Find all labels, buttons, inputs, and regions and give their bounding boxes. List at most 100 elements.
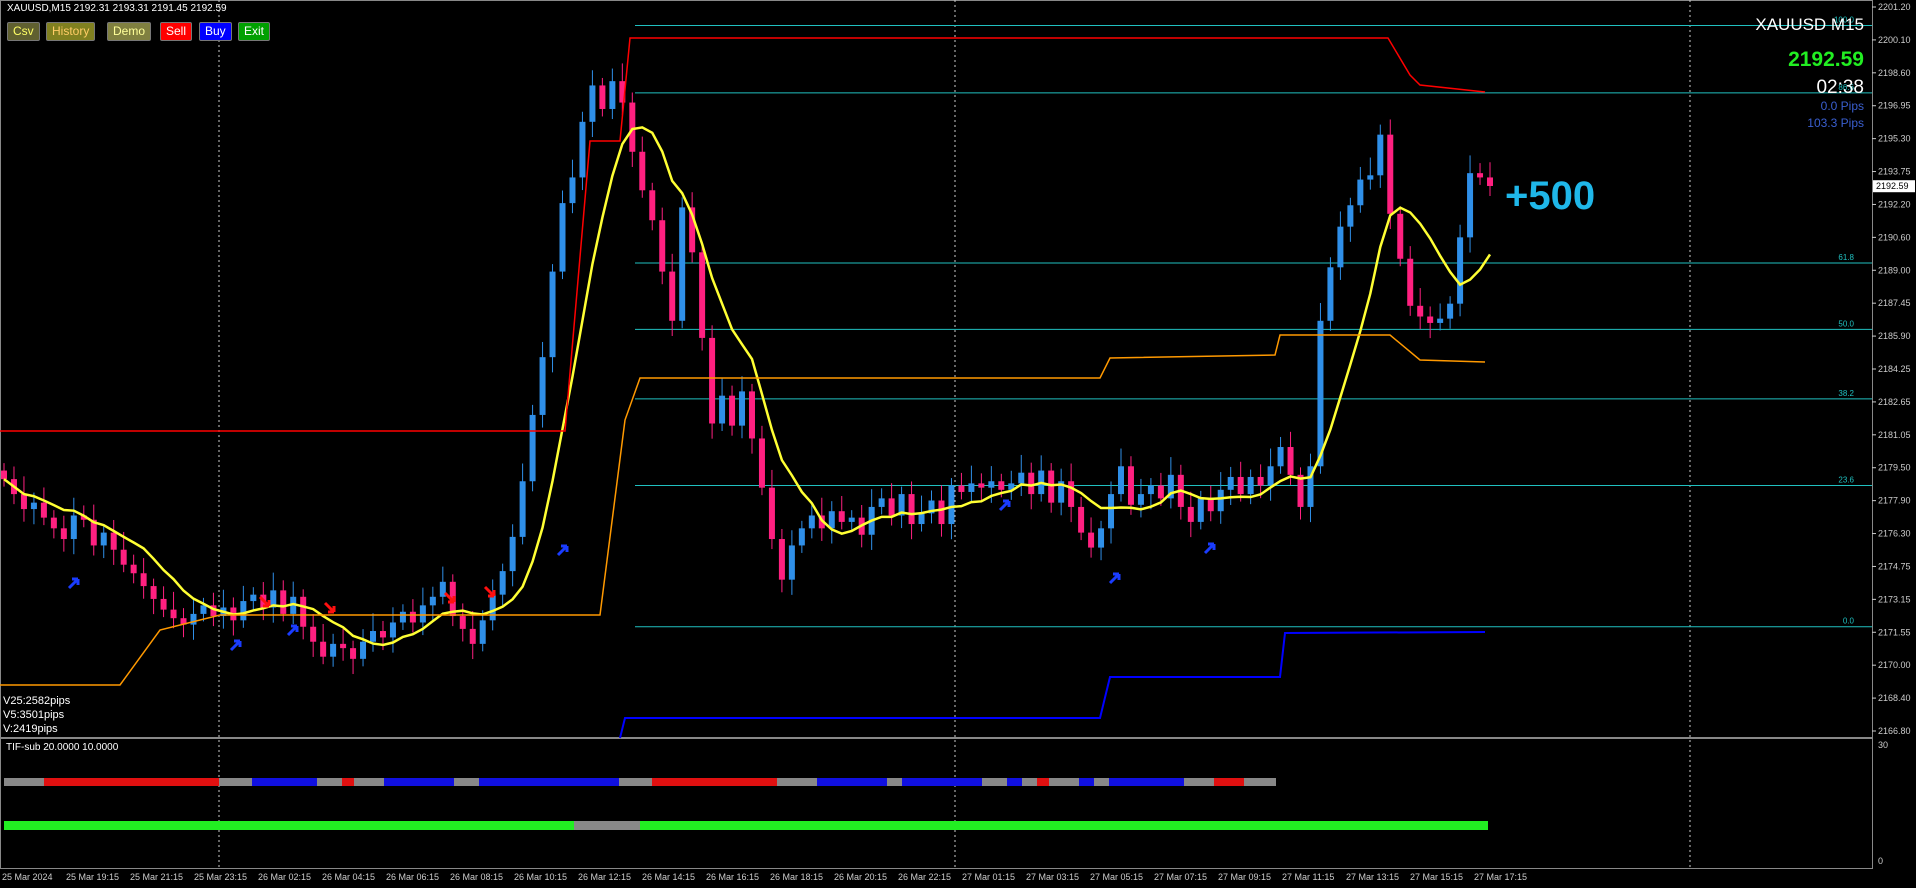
- symbol-label: XAUUSD M15: [1755, 15, 1864, 34]
- fibo-level-label: 23.6: [1838, 476, 1854, 485]
- time-axis-label: 26 Mar 06:15: [386, 872, 439, 882]
- candle-body: [679, 207, 686, 321]
- candle-body: [1157, 485, 1164, 499]
- trend-bar-segment: [252, 778, 317, 786]
- candle-body: [838, 511, 845, 522]
- candle-body: [479, 620, 486, 644]
- candle-body: [888, 498, 895, 516]
- candle-body: [1267, 466, 1274, 486]
- price-axis-label: 2181.05: [1878, 430, 1911, 440]
- candle-body: [40, 502, 47, 518]
- candle-body: [1407, 258, 1414, 306]
- candle-body: [1028, 472, 1035, 495]
- subwindow-top-value: 30: [1878, 740, 1888, 750]
- candle-body: [399, 611, 406, 623]
- candle-body: [1377, 134, 1384, 176]
- candle-body: [350, 648, 357, 659]
- time-axis-label: 26 Mar 18:15: [770, 872, 823, 882]
- price-axis-label: 2200.10: [1878, 35, 1911, 45]
- time-axis-label: 27 Mar 15:15: [1410, 872, 1463, 882]
- history-button[interactable]: History: [46, 22, 96, 41]
- candle-body: [1088, 532, 1095, 548]
- strength-bar-segment: [574, 821, 640, 830]
- candle-body: [1207, 498, 1214, 512]
- candle-body: [1197, 498, 1204, 522]
- price-axis-label: 2177.90: [1878, 496, 1911, 506]
- moving-average-line: [3, 126, 1492, 647]
- candle-body: [130, 564, 137, 574]
- candle-body: [160, 598, 167, 610]
- price-chart[interactable]: 2201.20 2200.10 2198.60 2196.95 2195.30 2193.…: [0, 0, 1916, 888]
- candle-body: [360, 641, 367, 659]
- upper-channel-line: [0, 37, 1486, 432]
- candle-body: [1048, 470, 1055, 503]
- trend-bar-segment: [1214, 778, 1244, 786]
- candle-body: [589, 85, 596, 122]
- candle-body: [489, 594, 496, 621]
- candle-body: [659, 220, 666, 272]
- candle-body: [429, 596, 436, 606]
- buy-arrow-icon: [998, 499, 1011, 512]
- candle-body: [120, 549, 127, 565]
- current-price-tag-label: 2192.59: [1876, 181, 1909, 191]
- lower-channel-line: [619, 631, 1486, 739]
- candle-body: [768, 487, 775, 540]
- candle-body: [110, 532, 117, 550]
- candle-body: [758, 438, 765, 488]
- trend-bar-segment: [219, 778, 252, 786]
- price-axis-label: 2182.65: [1878, 397, 1911, 407]
- candle-body: [330, 643, 337, 657]
- current-price-label: 2192.59: [1788, 48, 1864, 71]
- trend-bar-segment: [1244, 778, 1276, 786]
- candle-body: [1127, 466, 1134, 505]
- time-axis-label: 26 Mar 14:15: [642, 872, 695, 882]
- price-axis-label: 2201.20: [1878, 2, 1911, 12]
- price-axis-label: 2184.25: [1878, 364, 1911, 374]
- trend-bar-segment: [777, 778, 817, 786]
- exit-button[interactable]: Exit: [238, 22, 271, 41]
- candle-body: [1347, 205, 1354, 227]
- price-axis-label: 2179.50: [1878, 463, 1911, 473]
- csv-button[interactable]: Csv: [7, 22, 40, 41]
- candle-body: [1467, 173, 1474, 238]
- candle-body: [788, 545, 795, 580]
- sell-button[interactable]: Sell: [160, 22, 193, 41]
- buy-arrow-icon: [556, 544, 569, 557]
- trend-bar-segment: [1094, 778, 1109, 786]
- time-axis-label: 27 Mar 17:15: [1474, 872, 1527, 882]
- price-axis-label: 2187.45: [1878, 298, 1911, 308]
- trend-bar-segment: [354, 778, 384, 786]
- candle-body: [320, 641, 327, 657]
- price-axis-label: 2168.40: [1878, 693, 1911, 703]
- candle-body: [310, 626, 317, 642]
- demo-button[interactable]: Demo: [107, 22, 152, 41]
- price-axis-label: 2176.30: [1878, 529, 1911, 539]
- candle-body: [639, 151, 646, 191]
- spread-label: 0.0 Pips: [1820, 99, 1864, 113]
- trend-bar-segment: [1037, 778, 1049, 786]
- trend-bar-segment: [817, 778, 887, 786]
- strength-bar-segment: [4, 821, 574, 830]
- candle-body: [240, 601, 247, 621]
- candle-body: [1287, 447, 1294, 475]
- trend-bar-segment: [454, 778, 479, 786]
- time-axis-label: 26 Mar 20:15: [834, 872, 887, 882]
- candle-body: [549, 271, 556, 358]
- candle-body: [1457, 237, 1464, 304]
- range-label: 103.3 Pips: [1807, 116, 1864, 130]
- time-axis-label: 27 Mar 13:15: [1346, 872, 1399, 882]
- candle-body: [1477, 173, 1484, 178]
- time-axis-label: 27 Mar 01:15: [962, 872, 1015, 882]
- candle-body: [1257, 476, 1264, 486]
- time-axis-label: 27 Mar 11:15: [1282, 872, 1334, 882]
- candle-body: [409, 611, 416, 623]
- candle-body: [988, 481, 995, 488]
- candle-body: [70, 515, 77, 540]
- candle-body: [190, 613, 197, 625]
- candle-body: [100, 532, 107, 546]
- buy-button[interactable]: Buy: [199, 22, 232, 41]
- candle-body: [340, 643, 347, 649]
- fibo-level-label: 0.0: [1843, 617, 1855, 626]
- price-axis-label: 2170.00: [1878, 660, 1911, 670]
- candle-body: [719, 395, 726, 424]
